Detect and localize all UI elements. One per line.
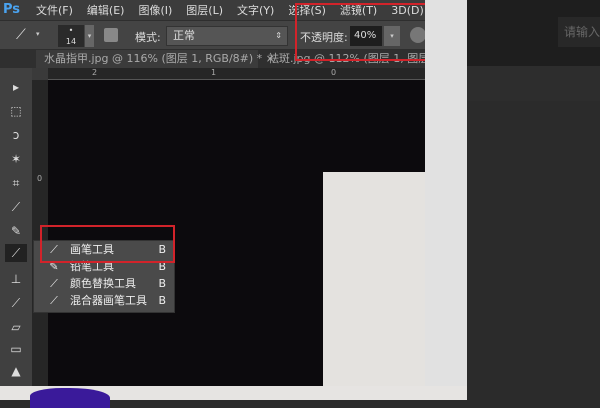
brush-size-dropdown[interactable]: ▾	[85, 25, 94, 47]
updown-icon: ⇕	[275, 31, 282, 40]
magic-wand-icon[interactable]: ✶	[5, 150, 27, 168]
ps-logo: Ps	[3, 2, 21, 17]
menu-edit[interactable]: 编辑(E)	[87, 2, 125, 18]
brush-tool-icon[interactable]: ⟋	[5, 244, 27, 262]
ruler-label: 0	[331, 68, 337, 77]
tab-label: 水晶指甲.jpg @ 116% (图层 1, RGB/8#) *	[44, 52, 263, 65]
eyedropper-icon[interactable]: ⟋	[5, 198, 27, 216]
ruler-label: 2	[92, 68, 98, 77]
document-image	[323, 172, 425, 386]
chevron-down-icon[interactable]: ▾	[36, 30, 40, 38]
brush-size-picker[interactable]: • 14	[58, 25, 84, 47]
ruler-label: 1	[211, 68, 217, 77]
search-input[interactable]: 请输入	[558, 17, 600, 47]
marquee-tool-icon[interactable]: ⬚	[5, 102, 27, 120]
lasso-tool-icon[interactable]: ↄ	[5, 126, 27, 144]
eraser-icon[interactable]: ▱	[5, 318, 27, 336]
brush-panel-toggle-icon[interactable]	[104, 28, 118, 42]
crop-tool-icon[interactable]: ⌗	[5, 174, 27, 192]
brush-size-value: 14	[65, 37, 77, 46]
photoshop-window: Ps 文件(F) 编辑(E) 图像(I) 图层(L) 文字(Y) 选择(S) 滤…	[0, 0, 425, 386]
side-band	[467, 66, 600, 101]
blur-tool-icon[interactable]: ▲	[5, 362, 27, 380]
menu-image[interactable]: 图像(I)	[138, 2, 172, 18]
mode-select[interactable]: 正常 ⇕	[166, 26, 288, 46]
healing-brush-icon[interactable]: ✎	[5, 222, 27, 240]
item-label: 混合器画笔工具	[70, 294, 147, 307]
mixer-brush-icon: ⟋	[50, 294, 58, 307]
mode-value: 正常	[173, 29, 195, 42]
move-tool-icon[interactable]: ▸	[5, 78, 27, 96]
flyout-item-color-replace[interactable]: ⟋ 颜色替换工具 B	[34, 275, 174, 292]
photo-preview	[30, 388, 110, 408]
menu-file[interactable]: 文件(F)	[36, 2, 73, 18]
background-panel	[425, 0, 467, 386]
tab-crystal-nails[interactable]: 水晶指甲.jpg @ 116% (图层 1, RGB/8#) * ×	[36, 50, 275, 68]
tools-panel: ▸ ⬚ ↄ ✶ ⌗ ⟋ ✎ ⟋ ⊥ ⟋ ▱ ▭ ▲	[0, 68, 32, 386]
highlight-box-opacity	[295, 3, 425, 61]
item-label: 颜色替换工具	[70, 277, 136, 290]
mode-label: 模式:	[135, 31, 161, 44]
history-brush-icon[interactable]: ⟋	[5, 294, 27, 312]
menu-type[interactable]: 文字(Y)	[237, 2, 274, 18]
gradient-icon[interactable]: ▭	[5, 340, 27, 358]
flyout-item-mixer-brush[interactable]: ⟋ 混合器画笔工具 B	[34, 292, 174, 309]
shortcut: B	[158, 294, 166, 307]
highlight-box-brush	[40, 225, 175, 263]
shortcut: B	[158, 277, 166, 290]
color-replace-icon: ⟋	[50, 277, 58, 290]
brush-preset-icon[interactable]: ⟋	[16, 27, 26, 43]
horizontal-ruler: 2 1 0	[48, 68, 425, 80]
stamp-tool-icon[interactable]: ⊥	[5, 270, 27, 288]
menu-layer[interactable]: 图层(L)	[186, 2, 223, 18]
ruler-label: 0	[37, 174, 43, 183]
